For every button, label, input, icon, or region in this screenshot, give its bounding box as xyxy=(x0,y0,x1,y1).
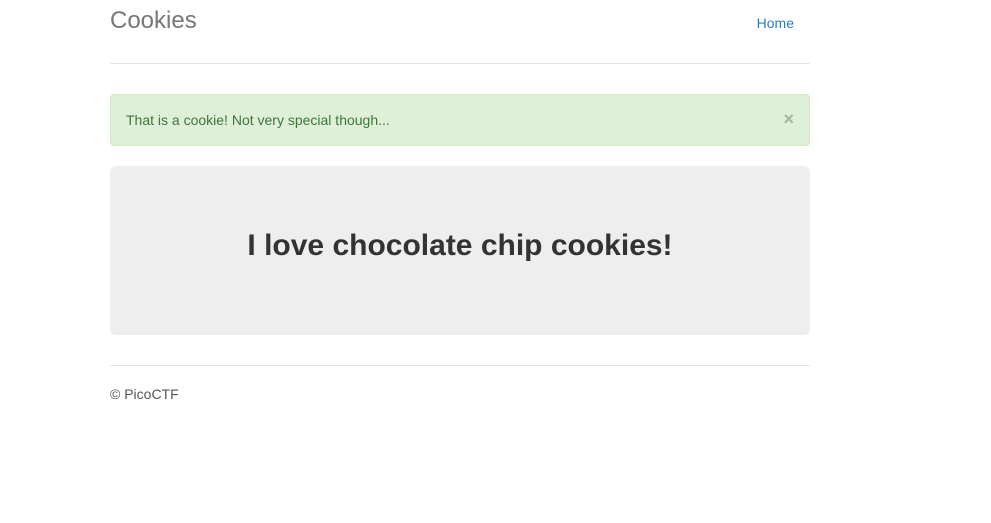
jumbotron-heading: I love chocolate chip cookies! xyxy=(247,229,673,262)
close-icon[interactable]: × xyxy=(783,109,794,129)
page-header: Cookies Home xyxy=(110,0,810,64)
success-alert: That is a cookie! Not very special thoug… xyxy=(110,94,810,146)
footer-divider xyxy=(110,365,810,366)
alert-message: That is a cookie! Not very special thoug… xyxy=(126,112,390,128)
page-container: Cookies Home That is a cookie! Not very … xyxy=(110,0,810,402)
site-brand: Cookies xyxy=(110,7,197,34)
jumbotron: I love chocolate chip cookies! xyxy=(110,166,810,335)
footer-copyright: © PicoCTF xyxy=(110,386,179,402)
nav-home-link[interactable]: Home xyxy=(757,14,794,32)
